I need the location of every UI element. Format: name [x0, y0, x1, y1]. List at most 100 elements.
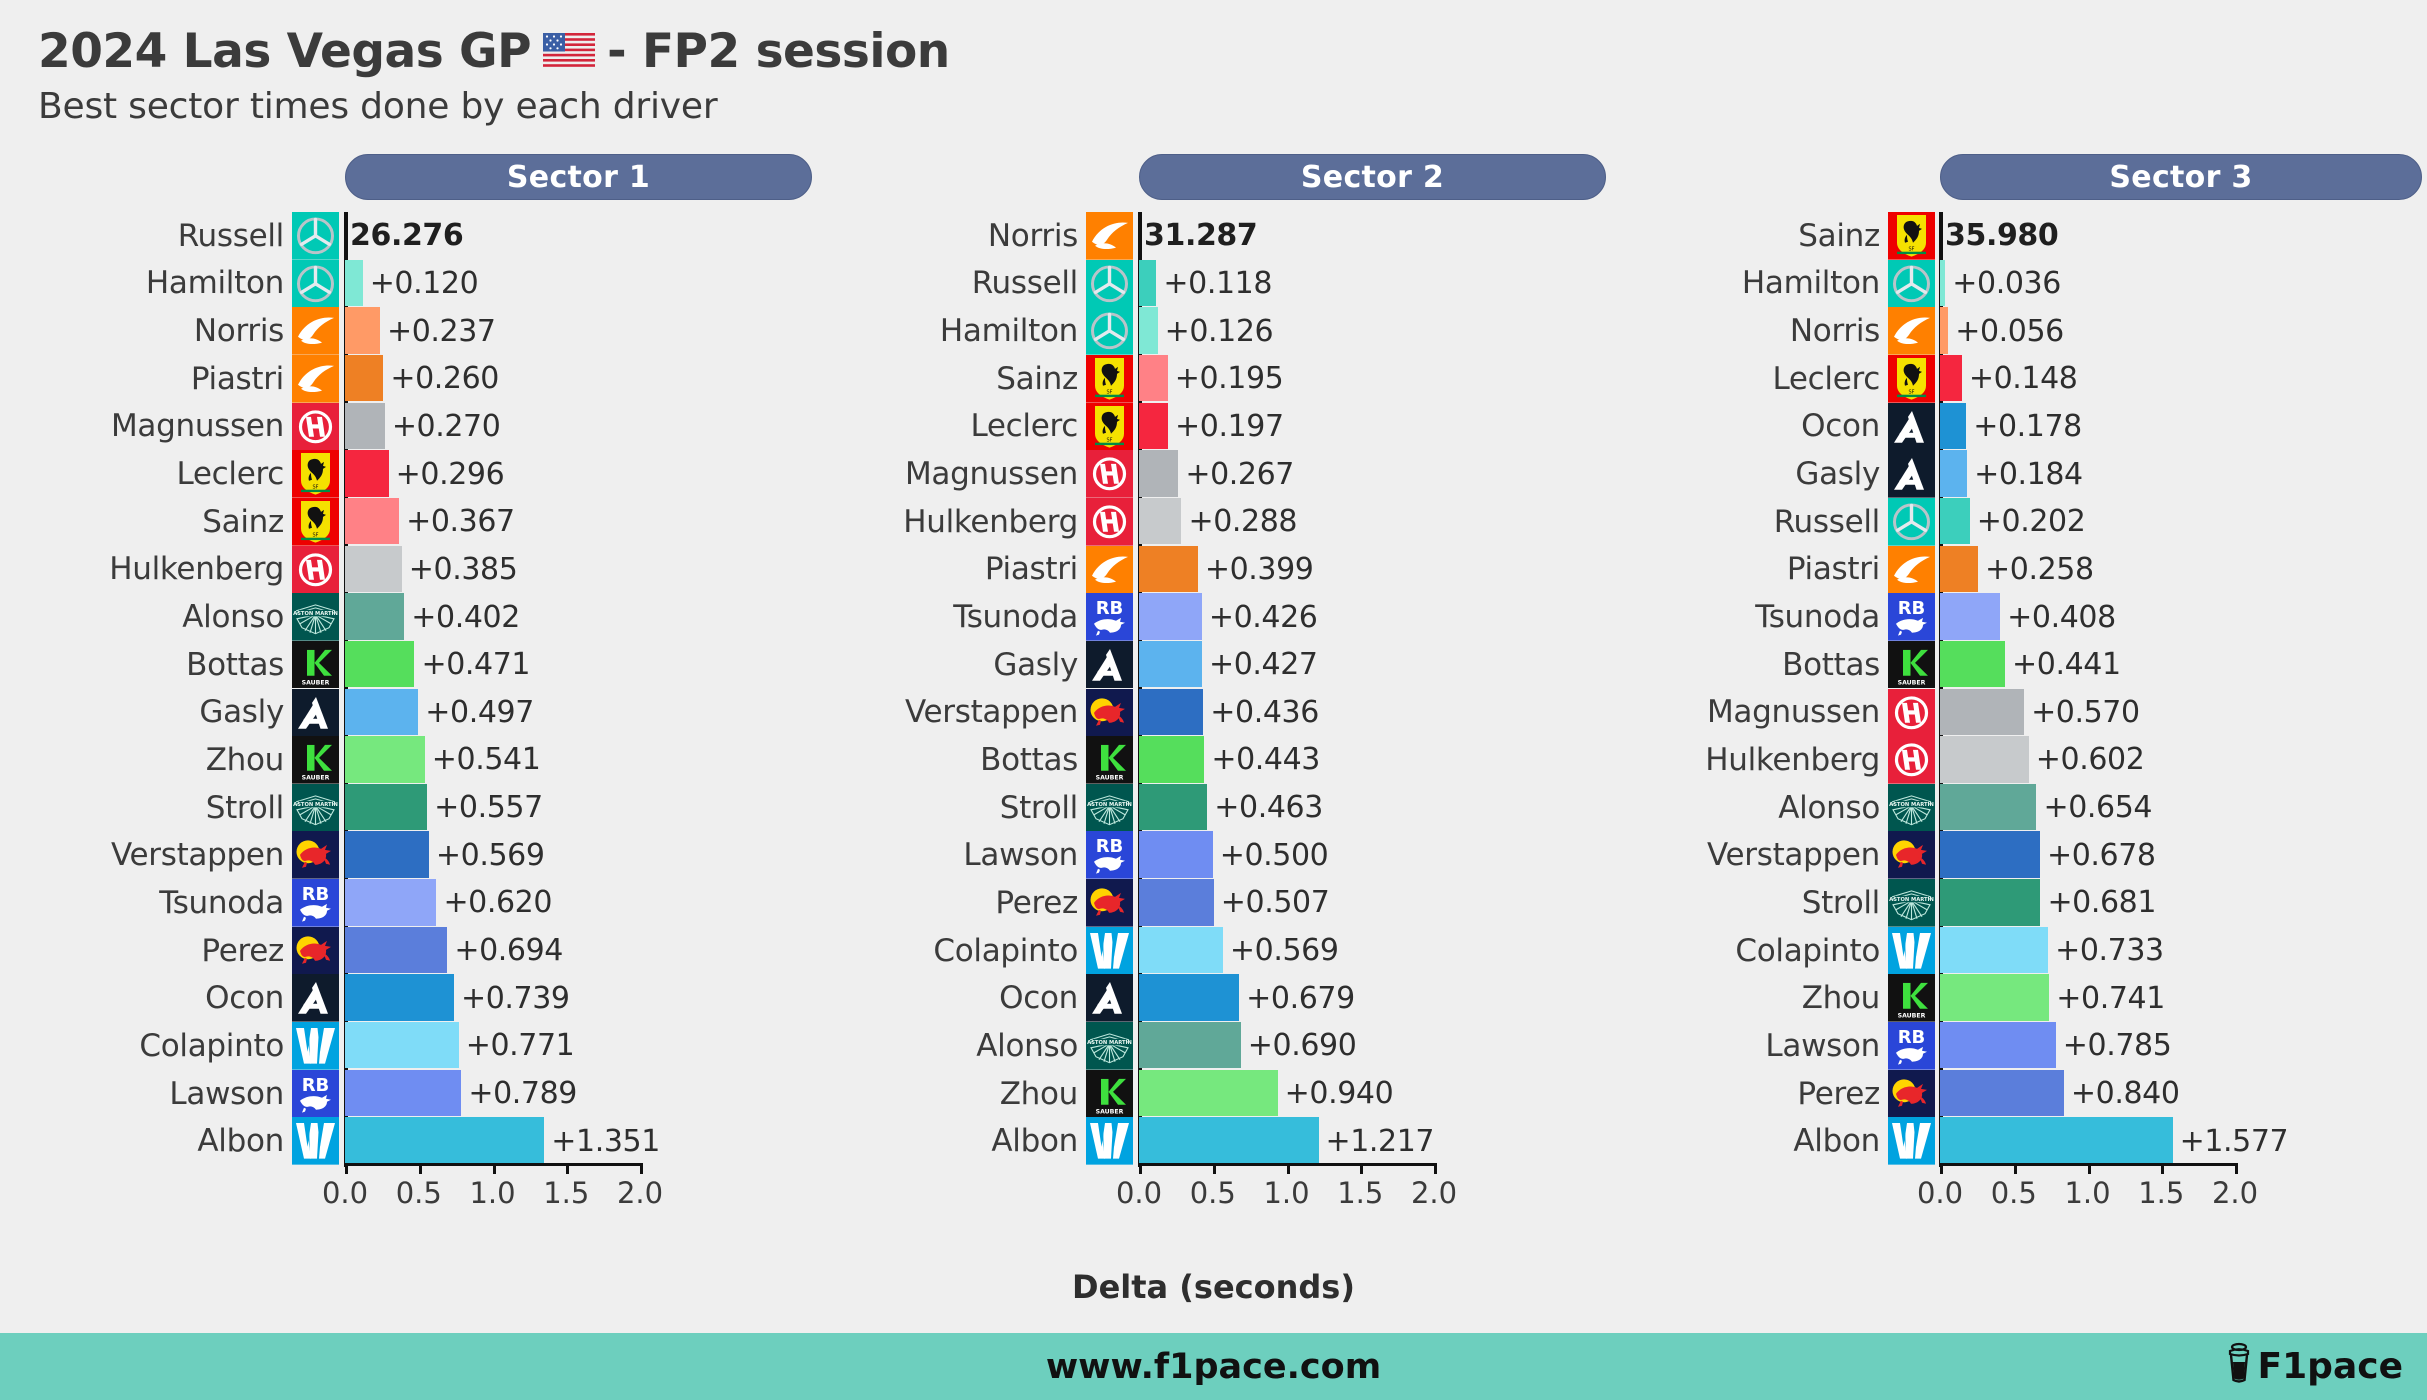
driver-name: Magnussen [110, 408, 284, 445]
delta-label: +0.184 [1974, 456, 2083, 492]
delta-label: +0.471 [421, 647, 531, 683]
driver-name: Magnussen [1706, 694, 1880, 731]
bar-track: 26.276 [345, 212, 812, 260]
bar-track: 31.287 [1139, 212, 1620, 260]
table-row: Russell +0.202 [1620, 497, 2427, 546]
driver-name: Sainz [996, 360, 1078, 397]
bar-track: +1.351 [345, 1117, 812, 1165]
svg-text:RB: RB [302, 884, 330, 905]
delta-bar [1139, 497, 1182, 545]
bar-track: +0.267 [1139, 450, 1620, 498]
team-logo-ferrari-icon: SF [292, 497, 339, 546]
team-logo-ferrari-icon: SF [1888, 354, 1935, 403]
delta-bar [1940, 545, 1979, 592]
table-row: Stroll ASTON MARTIN +0.681 [1620, 879, 2427, 927]
bar-track: +0.118 [1139, 259, 1620, 308]
svg-text:RB: RB [1898, 1027, 1926, 1048]
team-logo-sauber-icon: SAUBER [1086, 736, 1133, 784]
delta-bar [1139, 783, 1208, 831]
svg-text:SF: SF [312, 485, 318, 491]
axis-tick [1940, 1163, 1943, 1174]
delta-label: +0.202 [1976, 504, 2086, 540]
team-logo-ferrari-icon: SF [1888, 212, 1935, 260]
delta-label: +0.178 [1973, 408, 2082, 444]
bar-track: +0.202 [1940, 497, 2427, 546]
bar-track: +0.436 [1139, 688, 1620, 737]
sector-3-plot: Sainz SF 35.980 Hamilton +0.036 Norris +0.0… [1620, 212, 2427, 1210]
delta-label: +0.690 [1247, 1028, 1357, 1064]
delta-bar [1940, 640, 2006, 688]
driver-name: Ocon [205, 980, 284, 1017]
svg-text:RB: RB [1096, 598, 1124, 619]
x-axis-label: Delta (seconds) [1072, 1268, 1355, 1306]
delta-label: +0.436 [1210, 694, 1319, 730]
delta-label: +0.733 [2055, 933, 2164, 969]
table-row: Norris +0.056 [1620, 307, 2427, 355]
table-row: Verstappen +0.678 [1620, 831, 2427, 880]
table-row: Zhou SAUBER +0.741 [1620, 974, 2427, 1023]
chart-panels: Sector 1 Russell 26.276 Hamilton +0.120 No… [0, 150, 2427, 1260]
footer-brand: F1pace [2224, 1340, 2403, 1393]
axis-tick-label: 1.5 [1337, 1176, 1384, 1210]
delta-label: +0.785 [2062, 1028, 2172, 1064]
team-logo-redbull-icon [1086, 879, 1133, 927]
table-row: Colapinto +0.771 [0, 1022, 812, 1070]
axis-tick-label: 2.0 [2211, 1176, 2259, 1210]
axis-tick [1434, 1163, 1437, 1174]
team-logo-mercedes-icon [1086, 259, 1133, 308]
page-subtitle: Best sector times done by each driver [38, 86, 718, 127]
delta-bar [1940, 402, 1967, 450]
driver-name: Lawson [963, 837, 1078, 874]
delta-bar [1139, 354, 1168, 402]
title-prefix: 2024 Las Vegas GP [38, 24, 532, 79]
bar-track: +0.741 [1940, 974, 2427, 1022]
driver-name: Hulkenberg [1705, 741, 1880, 778]
driver-name: Ocon [999, 980, 1078, 1017]
team-logo-astonmartin-icon: ASTON MARTIN [292, 593, 339, 641]
axis-tick-label: 1.5 [543, 1176, 590, 1210]
delta-label: +0.441 [2012, 647, 2121, 683]
delta-label: +0.557 [434, 790, 543, 826]
bar-track: +0.940 [1139, 1069, 1620, 1118]
delta-bar [345, 259, 363, 307]
delta-bar [1139, 736, 1205, 783]
team-logo-haas-icon [1888, 688, 1935, 737]
delta-label: +0.771 [465, 1028, 575, 1064]
svg-text:SF: SF [1106, 390, 1112, 396]
bar-track: +0.197 [1139, 402, 1620, 451]
driver-name: Russell [177, 217, 285, 254]
team-logo-mclaren-icon [1888, 307, 1935, 355]
delta-bar [1940, 497, 1970, 545]
axis-tick-label: 0.0 [1916, 1176, 1964, 1210]
delta-bar [1139, 402, 1169, 450]
table-row: Lawson RB +0.789 [0, 1069, 812, 1118]
table-row: Sainz SF 35.980 [1620, 212, 2427, 260]
bar-track: +0.785 [1940, 1022, 2427, 1070]
team-logo-mclaren-icon [1888, 545, 1935, 594]
delta-label: +0.602 [2035, 742, 2145, 778]
driver-name: Verstappen [905, 694, 1078, 731]
table-row: Gasly +0.184 [1620, 450, 2427, 498]
delta-label: +0.197 [1175, 408, 1284, 444]
team-logo-rb-icon: RB [1086, 593, 1133, 641]
svg-text:ASTON MARTIN: ASTON MARTIN [1889, 802, 1934, 808]
delta-label: +0.237 [386, 313, 496, 349]
delta-bar [345, 1022, 459, 1069]
sector-1-plot: Russell 26.276 Hamilton +0.120 Norris +0.2… [0, 212, 812, 1210]
delta-label: +0.148 [1968, 361, 2078, 397]
delta-bar [1139, 1022, 1241, 1069]
delta-bar [345, 783, 428, 831]
delta-bar [1940, 688, 2025, 735]
delta-label: +0.427 [1208, 647, 1318, 683]
sector-2-rows: Norris 31.287 Russell +0.118 Hamilton +0.1… [812, 212, 1620, 1165]
team-logo-rb-icon: RB [1086, 831, 1133, 880]
driver-name: Norris [987, 217, 1078, 254]
page-title: 2024 Las Vegas GP - FP2 session [38, 24, 950, 79]
team-logo-rb-icon: RB [1888, 1022, 1935, 1070]
delta-label: +0.399 [1204, 551, 1314, 587]
bar-track: +0.148 [1940, 354, 2427, 403]
table-row: Tsunoda RB +0.408 [1620, 593, 2427, 641]
chart-page: 2024 Las Vegas GP - FP2 session Best sec… [0, 0, 2427, 1400]
delta-label: +1.577 [2179, 1123, 2289, 1159]
driver-name: Piastri [984, 551, 1078, 588]
